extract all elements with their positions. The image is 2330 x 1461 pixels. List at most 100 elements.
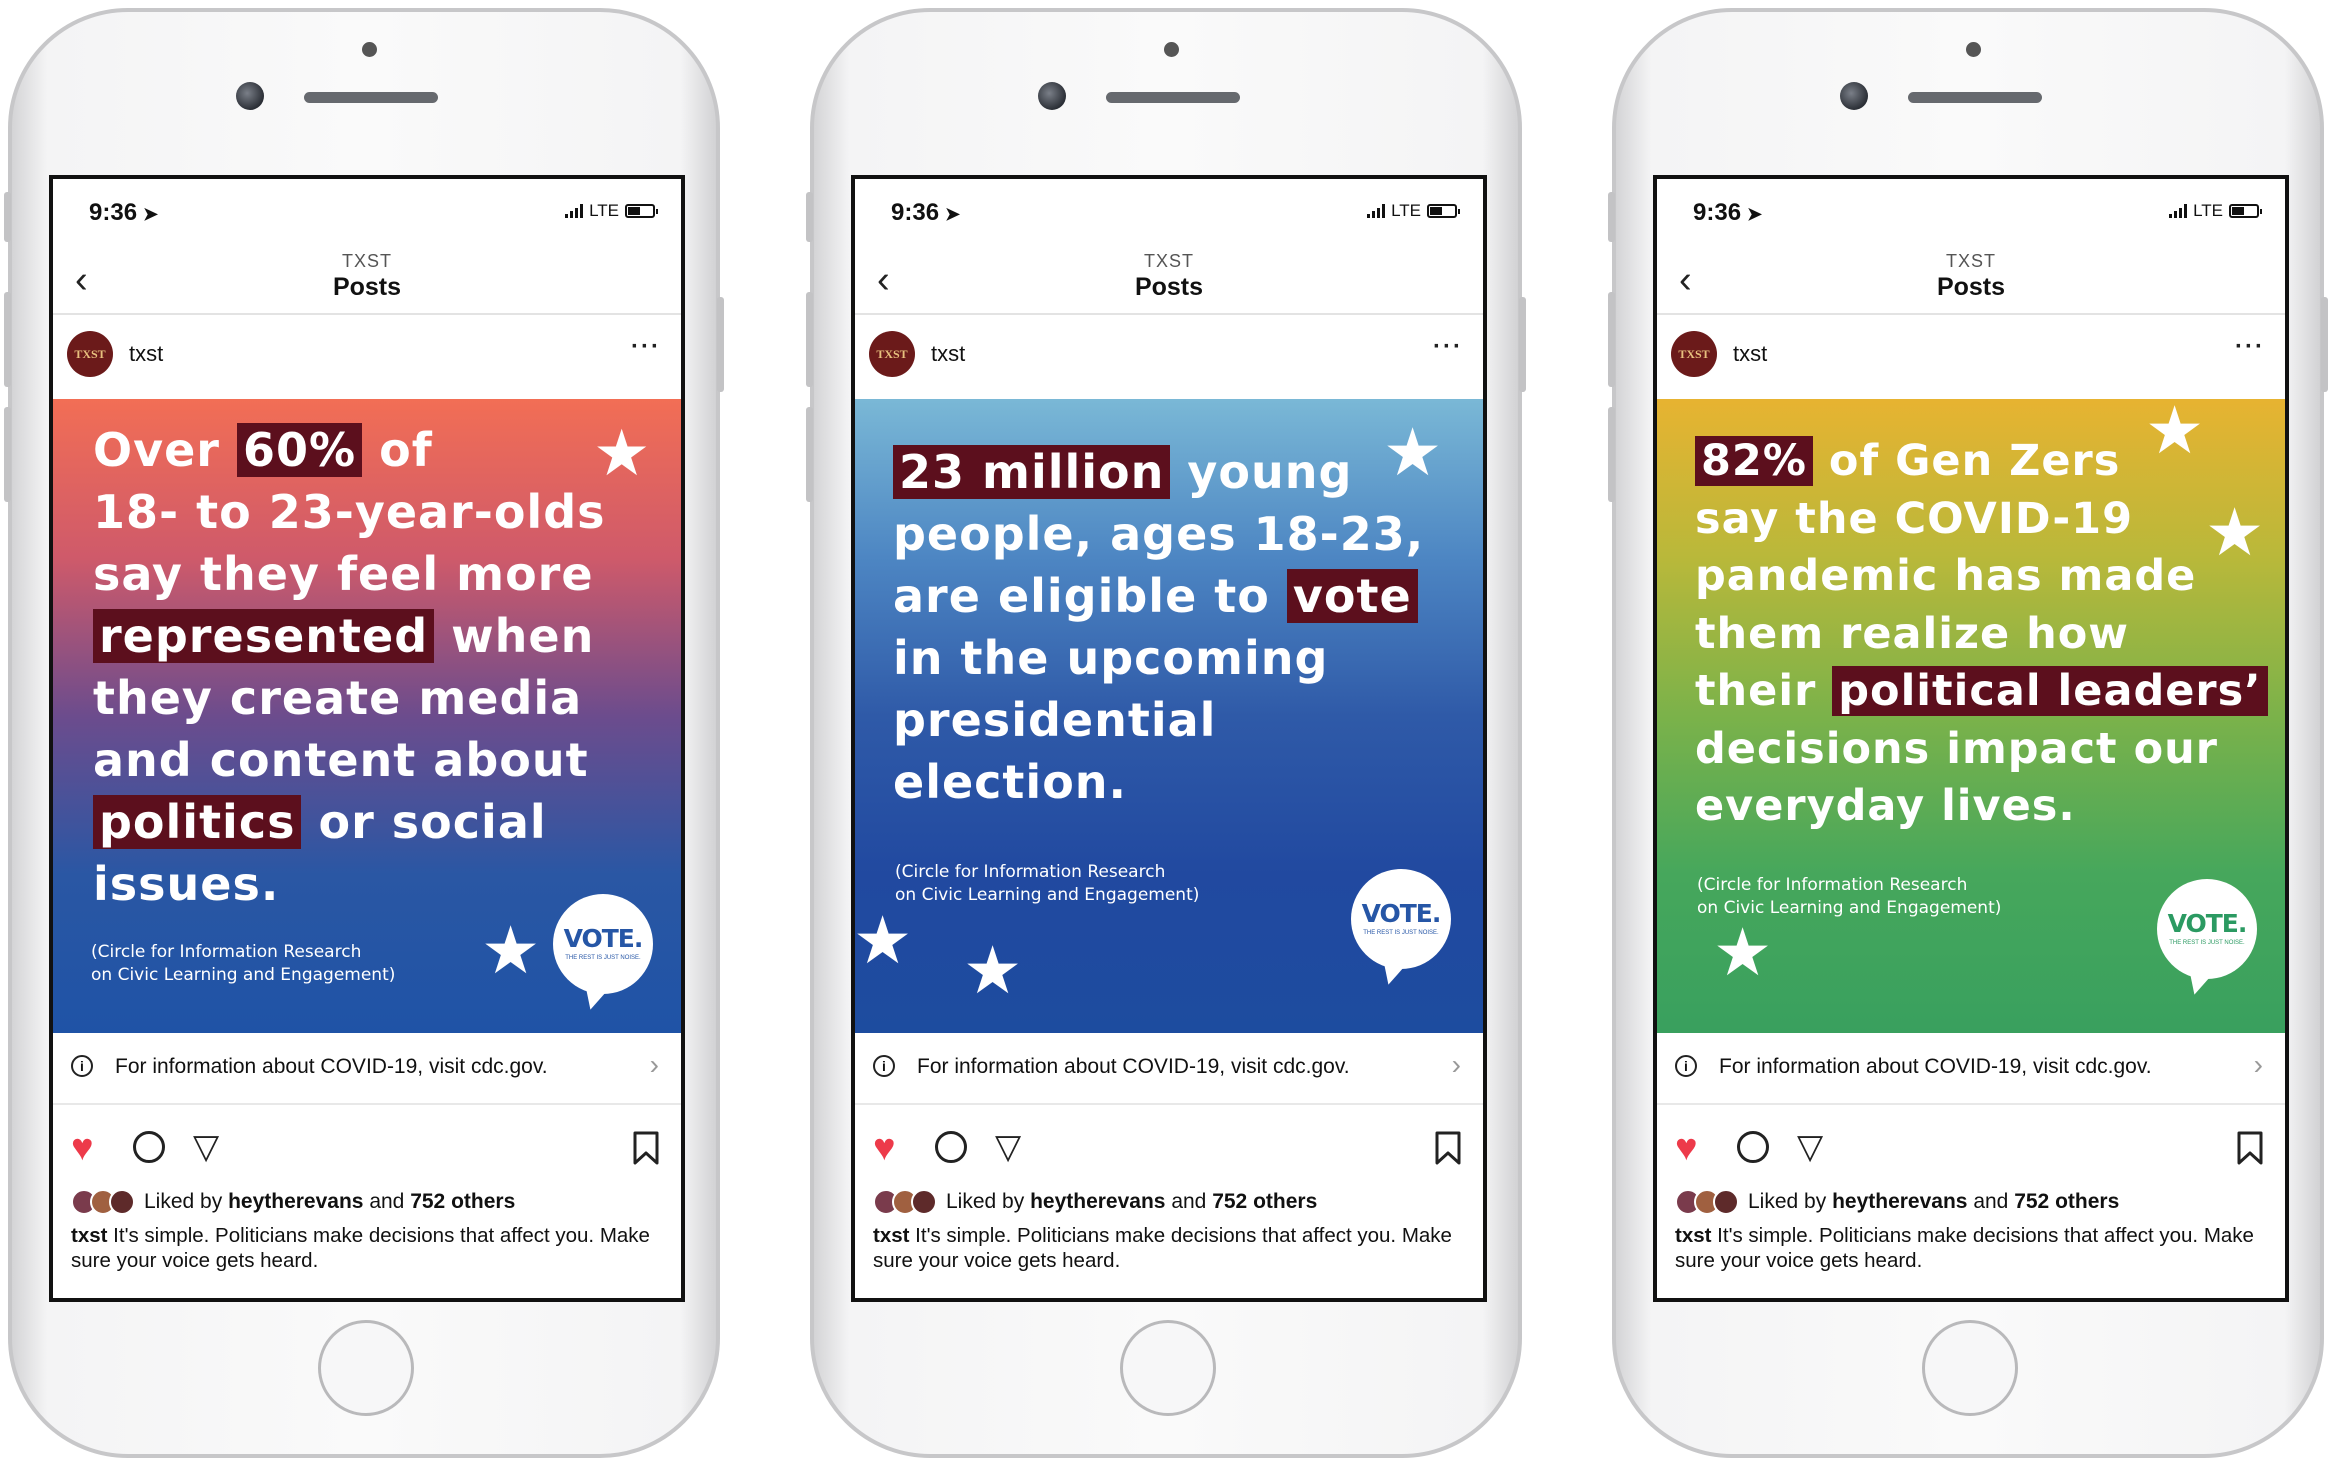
headline-line: are eligible to vote [893, 565, 1424, 627]
earpiece-speaker [1908, 92, 2042, 103]
post-image[interactable]: Over 60% of 18- to 23-year-olds say they f… [53, 399, 681, 1033]
highlighted-text: political leaders’ [1832, 666, 2268, 716]
highlighted-text: vote [1286, 569, 1418, 623]
headline-line: 18- to 23-year-olds [93, 481, 606, 543]
signal-icon [565, 204, 584, 218]
mute-switch [4, 192, 11, 242]
location-arrow-icon: ➤ [945, 204, 961, 224]
volume-up-button [1608, 292, 1615, 387]
action-bar: ♥ ▽ [1657, 1119, 2285, 1179]
heart-icon[interactable]: ♥ [1675, 1127, 1698, 1170]
home-button[interactable] [318, 1320, 414, 1416]
headline-line: Over 60% of [93, 419, 606, 481]
battery-icon [1427, 204, 1460, 218]
heart-icon[interactable]: ♥ [873, 1127, 896, 1170]
headline-line: everyday lives. [1695, 778, 2268, 836]
star-icon: ★ [855, 903, 913, 977]
share-icon[interactable]: ▽ [1797, 1127, 1823, 1167]
headline-text: decisions impact our [1695, 723, 2218, 774]
mute-switch [1608, 192, 1615, 242]
clock: 9:36 ➤ [89, 199, 159, 226]
info-icon: i [873, 1055, 895, 1077]
navigation-bar: ‹ TXST Posts [53, 241, 681, 315]
phone-mockup-2: 9:36 ➤ LTE ‹ TXST Posts TXST txst ··· 23 … [806, 8, 1526, 1458]
likes-row[interactable]: Liked by heytherevans and 752 others [1675, 1189, 2119, 1215]
clock: 9:36 ➤ [1693, 199, 1763, 226]
covid-info-banner[interactable]: i For information about COVID-19, visit … [53, 1033, 681, 1105]
post-source: (Circle for Information Research on Civic… [1697, 874, 2001, 920]
headline-text: presidential [893, 693, 1217, 747]
more-options-icon[interactable]: ··· [631, 333, 661, 361]
source-line: (Circle for Information Research [1697, 875, 1968, 895]
power-button [717, 297, 724, 392]
vote-badge: VOTE. THE REST IS JUST NOISE. [2157, 879, 2257, 979]
source-line: on Civic Learning and Engagement) [91, 965, 396, 985]
avatar[interactable]: TXST [67, 331, 113, 377]
avatar[interactable]: TXST [1671, 331, 1717, 377]
covid-info-banner[interactable]: i For information about COVID-19, visit … [1657, 1033, 2285, 1105]
battery-icon [625, 204, 658, 218]
headline-text: everyday lives. [1695, 781, 2076, 831]
action-bar: ♥ ▽ [855, 1119, 1483, 1179]
volume-up-button [806, 292, 813, 387]
comment-icon[interactable] [1737, 1131, 1769, 1163]
chevron-right-icon: › [2253, 1049, 2263, 1080]
chevron-right-icon: › [649, 1049, 659, 1080]
headline-text: young [1170, 445, 1353, 499]
comment-icon[interactable] [935, 1131, 967, 1163]
star-icon: ★ [593, 417, 651, 489]
username[interactable]: txst [931, 341, 965, 367]
username[interactable]: txst [129, 341, 163, 367]
headline-text: people, ages 18-23, [893, 507, 1425, 561]
power-button [1519, 297, 1526, 392]
star-icon: ★ [2145, 399, 2205, 467]
post-header: TXST txst ··· [53, 315, 681, 399]
home-button[interactable] [1120, 1320, 1216, 1416]
location-arrow-icon: ➤ [1747, 204, 1763, 224]
power-button [2321, 297, 2328, 392]
bookmark-icon[interactable] [633, 1131, 659, 1165]
bookmark-icon[interactable] [1435, 1131, 1461, 1165]
highlighted-text: represented [93, 609, 435, 663]
more-options-icon[interactable]: ··· [1433, 333, 1463, 361]
avatar[interactable]: TXST [869, 331, 915, 377]
share-icon[interactable]: ▽ [193, 1127, 219, 1167]
headline-line: they create media [93, 667, 606, 729]
phone-mockup-3: 9:36 ➤ LTE ‹ TXST Posts TXST txst ··· 82%… [1608, 8, 2328, 1458]
headline-text: say the COVID-19 [1695, 493, 2134, 544]
action-bar: ♥ ▽ [53, 1119, 681, 1179]
post-source: (Circle for Information Research on Civic… [91, 941, 395, 987]
status-bar: 9:36 ➤ LTE [89, 199, 658, 229]
comment-icon[interactable] [133, 1131, 165, 1163]
likes-row[interactable]: Liked by heytherevans and 752 others [71, 1189, 515, 1215]
network-type: LTE [2193, 201, 2223, 220]
headline-text: of Gen Zers [1812, 436, 2121, 486]
chevron-right-icon: › [1451, 1049, 1461, 1080]
headline-line: politics or social [93, 791, 606, 853]
likes-row[interactable]: Liked by heytherevans and 752 others [873, 1189, 1317, 1215]
avatar [1713, 1189, 1739, 1215]
covid-info-banner[interactable]: i For information about COVID-19, visit … [855, 1033, 1483, 1105]
post-headline: 23 million young people, ages 18-23, are e… [893, 441, 1424, 813]
headline-text: are eligible to [893, 569, 1287, 623]
volume-down-button [806, 407, 813, 502]
source-line: (Circle for Information Research [895, 862, 1166, 882]
post-image[interactable]: 82% of Gen Zers say the COVID-19 pandemic … [1657, 399, 2285, 1033]
heart-icon[interactable]: ♥ [71, 1127, 94, 1170]
proximity-sensor [362, 42, 377, 57]
star-icon: ★ [1713, 915, 1773, 989]
headline-line: them realize how [1695, 606, 2268, 664]
info-icon: i [1675, 1055, 1697, 1077]
home-button[interactable] [1922, 1320, 2018, 1416]
source-line: on Civic Learning and Engagement) [895, 885, 1200, 905]
headline-line: pandemic has made [1695, 548, 2268, 606]
username[interactable]: txst [1733, 341, 1767, 367]
more-options-icon[interactable]: ··· [2235, 333, 2265, 361]
bookmark-icon[interactable] [2237, 1131, 2263, 1165]
nav-subtitle: TXST [1945, 251, 1996, 271]
navigation-bar: ‹ TXST Posts [1657, 241, 2285, 315]
share-icon[interactable]: ▽ [995, 1127, 1021, 1167]
post-image[interactable]: 23 million young people, ages 18-23, are e… [855, 399, 1483, 1033]
network-type: LTE [1391, 201, 1421, 220]
signal-icon [1367, 204, 1386, 218]
